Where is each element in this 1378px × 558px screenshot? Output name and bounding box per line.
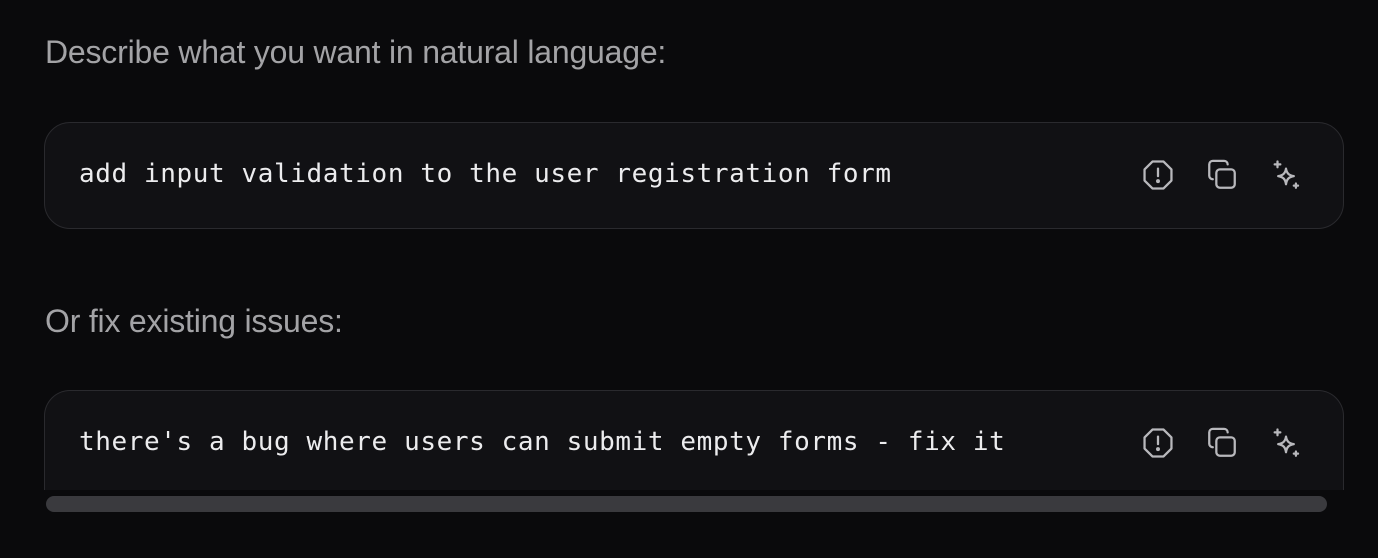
prompt-example-text: there's a bug where users can submit emp…: [79, 427, 1006, 457]
sparkle-icon[interactable]: [1269, 158, 1303, 192]
prompt-actions: [1141, 158, 1303, 192]
copy-icon[interactable]: [1205, 158, 1239, 192]
section-label-describe: Describe what you want in natural langua…: [45, 34, 667, 70]
report-issue-icon[interactable]: [1141, 426, 1175, 460]
prompt-example-box: add input validation to the user registr…: [44, 122, 1344, 229]
prompt-example-box: there's a bug where users can submit emp…: [44, 390, 1344, 500]
sparkle-icon[interactable]: [1269, 426, 1303, 460]
report-issue-icon[interactable]: [1141, 158, 1175, 192]
copy-icon[interactable]: [1205, 426, 1239, 460]
prompt-actions: [1141, 426, 1303, 460]
horizontal-scrollbar-thumb[interactable]: [46, 496, 1327, 512]
prompt-example-text: add input validation to the user registr…: [79, 159, 892, 189]
section-label-fix: Or fix existing issues:: [45, 303, 343, 339]
